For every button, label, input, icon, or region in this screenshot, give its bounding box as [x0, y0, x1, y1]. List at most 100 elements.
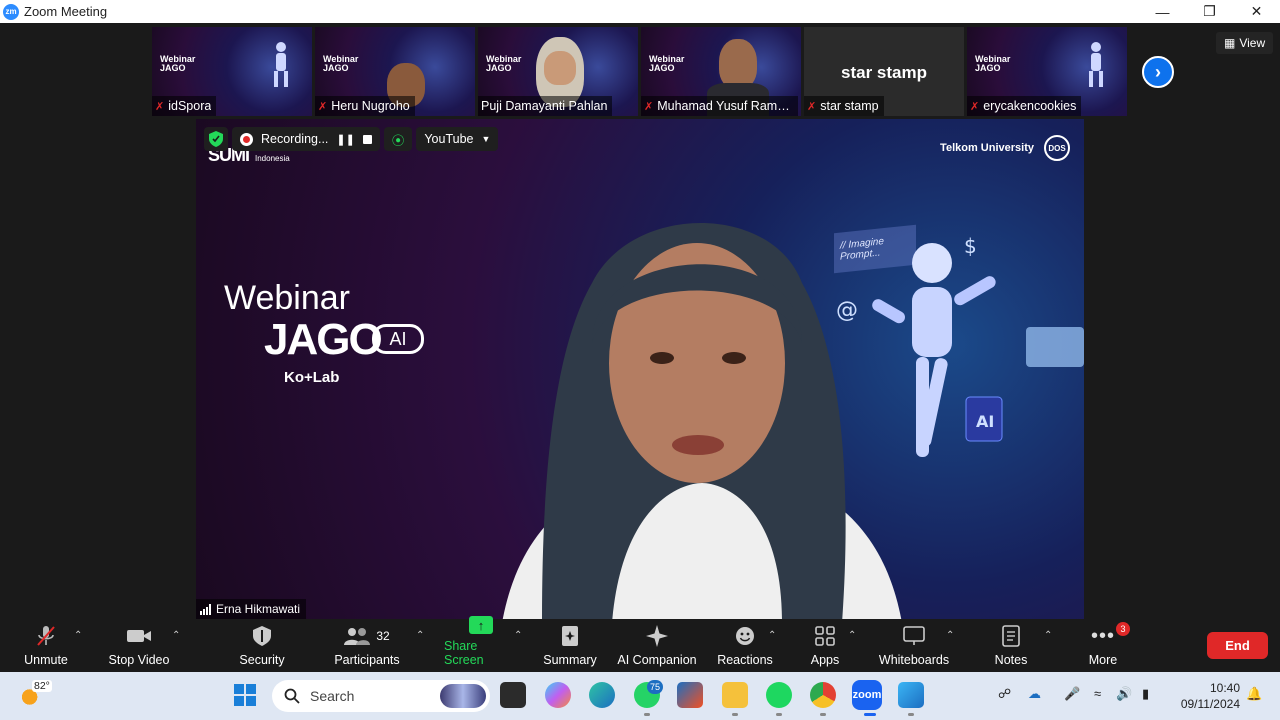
stream-target-dropdown[interactable]: YouTube ▼ — [416, 127, 499, 151]
window-titlebar: zm Zoom Meeting — ❐ ✕ — [0, 0, 1280, 23]
notes-label: Notes — [994, 653, 1028, 667]
more-notification-badge: 3 — [1116, 622, 1130, 636]
participants-options-caret[interactable]: ⌃ — [416, 630, 424, 641]
participant-name: Muhamad Yusuf Rama... — [657, 99, 794, 113]
photos-icon[interactable] — [898, 682, 924, 708]
stop-video-button[interactable]: Stop Video — [104, 620, 174, 672]
whiteboards-button[interactable]: Whiteboards — [874, 620, 954, 672]
video-options-caret[interactable]: ⌃ — [172, 630, 180, 641]
search-placeholder: Search — [310, 688, 355, 704]
participant-tile[interactable]: Webinar JAGO ✗ Muhamad Yusuf Rama... — [641, 27, 801, 116]
speaker-video-feed — [502, 223, 902, 619]
muted-mic-icon — [36, 624, 56, 648]
task-view-icon[interactable] — [500, 682, 526, 708]
audio-options-caret[interactable]: ⌃ — [74, 630, 82, 641]
muted-mic-icon: ✗ — [807, 100, 817, 113]
participant-name: Puji Damayanti Pahlan — [481, 99, 608, 113]
zoom-taskbar-icon[interactable]: zoom — [852, 680, 882, 710]
file-explorer-icon[interactable] — [722, 682, 748, 708]
connection-signal-icon — [200, 603, 211, 615]
end-meeting-button[interactable]: End — [1207, 632, 1268, 659]
shield-icon — [253, 624, 271, 648]
participants-icon: 32 — [344, 624, 390, 648]
more-label: More — [1088, 653, 1118, 667]
zoom-app-icon: zm — [3, 3, 19, 20]
system-clock[interactable]: 10:40 09/11/2024 — [1172, 680, 1240, 712]
notes-options-caret[interactable]: ⌃ — [1044, 630, 1052, 641]
stream-target-label: YouTube — [424, 132, 474, 146]
chevron-right-icon: › — [1155, 61, 1161, 82]
whatsapp-unread-badge: 75 — [647, 680, 664, 694]
livestream-icon-button[interactable]: ⦿ — [383, 127, 413, 151]
minimize-button[interactable]: — — [1139, 0, 1186, 23]
next-page-button[interactable]: › — [1142, 56, 1174, 88]
muted-mic-icon: ✗ — [155, 100, 165, 113]
ai-companion-label: AI Companion — [617, 653, 697, 667]
onedrive-cloud-icon[interactable]: ☁ — [1028, 686, 1041, 702]
microphone-icon[interactable]: 🎤 — [1064, 686, 1080, 702]
share-options-caret[interactable]: ⌃ — [514, 630, 522, 641]
notes-button[interactable]: Notes — [986, 620, 1036, 672]
svg-text:AI: AI — [976, 412, 994, 431]
chrome-icon[interactable] — [810, 682, 836, 708]
apps-button[interactable]: Apps — [800, 620, 850, 672]
microsoft-store-icon[interactable] — [677, 682, 703, 708]
battery-icon[interactable]: ▮ — [1142, 686, 1149, 702]
search-icon — [284, 688, 300, 704]
participant-video — [719, 39, 757, 89]
view-label: View — [1239, 36, 1266, 50]
participant-name: star stamp — [820, 99, 879, 113]
muted-mic-icon: ✗ — [644, 100, 654, 113]
weather-widget[interactable]: 82° — [20, 680, 52, 708]
copilot-icon[interactable] — [545, 682, 571, 708]
summary-button[interactable]: Summary — [540, 620, 600, 672]
summary-icon — [561, 624, 579, 648]
meeting-toolbar: Unmute ⌃ Stop Video ⌃ Security 32 Partic… — [0, 616, 1280, 672]
share-screen-button[interactable]: ↑ Share Screen — [444, 616, 518, 672]
participants-strip: Webinar JAGO ✗ idSpora Webinar JAGO ✗ Heru N… — [152, 27, 1127, 116]
spotify-icon[interactable] — [766, 682, 792, 708]
ai-companion-button[interactable]: AI Companion — [614, 620, 700, 672]
notes-icon — [1002, 624, 1020, 648]
meeting-stage: Webinar JAGO ✗ idSpora Webinar JAGO ✗ Heru N… — [0, 23, 1280, 620]
caret-down-icon: ▼ — [481, 134, 491, 144]
security-button[interactable]: Security — [232, 620, 292, 672]
participant-tile[interactable]: Webinar JAGO ✗ erycakencookies — [967, 27, 1127, 116]
tile-slide-thumbnail: Webinar JAGO — [975, 54, 1011, 73]
wifi-icon[interactable]: ≈ — [1094, 686, 1101, 701]
recording-tray-icon[interactable]: ☍ — [998, 686, 1011, 702]
summary-label: Summary — [543, 653, 597, 667]
taskbar-search[interactable]: Search — [272, 680, 490, 712]
telkom-logo: Telkom University — [940, 142, 1034, 154]
participant-tile[interactable]: Webinar JAGO ✗ idSpora — [152, 27, 312, 116]
notification-bell-icon[interactable]: 🔔 — [1246, 686, 1262, 702]
speaker-name-tag: Erna Hikmawati — [196, 599, 307, 619]
participant-tile[interactable]: Webinar JAGO ✗ Heru Nugroho — [315, 27, 475, 116]
reactions-options-caret[interactable]: ⌃ — [768, 630, 776, 641]
participant-name: idSpora — [168, 99, 212, 113]
whiteboards-options-caret[interactable]: ⌃ — [946, 630, 954, 641]
participants-button[interactable]: 32 Participants — [330, 620, 404, 672]
os-taskbar: 82° Search 75 zoom ☍ ☁ 🎤 ≈ 🔊 ▮ 10:40 09/… — [0, 672, 1280, 720]
participant-tile[interactable]: star stamp ✗ star stamp — [804, 27, 964, 116]
recording-label: Recording... — [261, 132, 329, 146]
participants-count: 32 — [376, 629, 390, 643]
stop-video-label: Stop Video — [108, 653, 170, 667]
slide-kolab-text: Ko+Lab — [284, 369, 340, 386]
reactions-button[interactable]: Reactions — [714, 620, 776, 672]
unmute-button[interactable]: Unmute — [16, 620, 76, 672]
view-button[interactable]: ▦ View — [1216, 32, 1274, 54]
svg-text:$: $ — [964, 237, 977, 258]
speaker-volume-icon[interactable]: 🔊 — [1116, 686, 1132, 702]
slide-ai-chip: AI — [372, 324, 424, 354]
encryption-shield-icon[interactable] — [204, 127, 228, 151]
stop-recording-button[interactable] — [362, 134, 372, 144]
close-button[interactable]: ✕ — [1233, 0, 1280, 23]
windows-start-icon[interactable] — [234, 684, 256, 706]
participant-tile[interactable]: Webinar JAGO Puji Damayanti Pahlan — [478, 27, 638, 116]
edge-browser-icon[interactable] — [589, 682, 615, 708]
apps-options-caret[interactable]: ⌃ — [848, 630, 856, 641]
maximize-button[interactable]: ❐ — [1186, 0, 1233, 23]
more-dots-icon: ••• — [1090, 624, 1115, 647]
pause-recording-button[interactable]: ❚❚ — [336, 133, 354, 146]
